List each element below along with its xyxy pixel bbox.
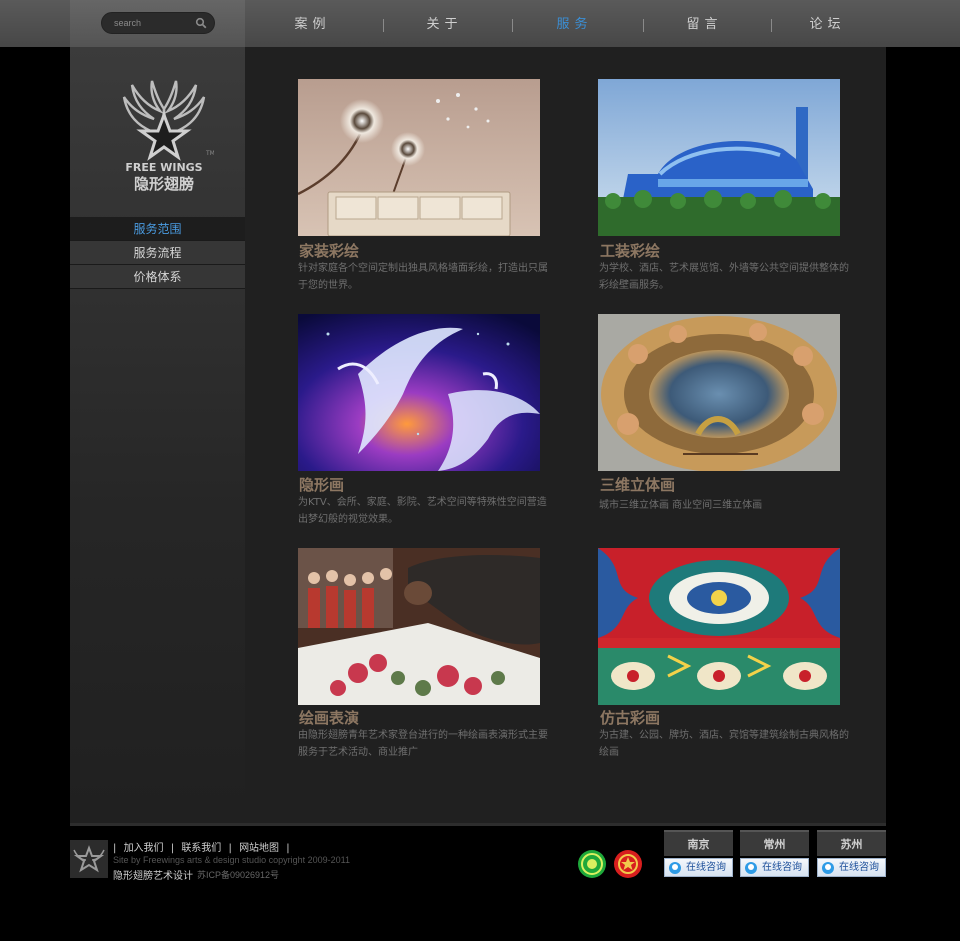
city-tab-nanjing[interactable]: 南京 [664, 830, 733, 856]
card-description: 城市三维立体画 商业空间三维立体画 [599, 500, 763, 511]
card-image-painting-performance[interactable] [298, 548, 540, 705]
card-title[interactable]: 隐形画 [299, 474, 344, 495]
search-icon[interactable] [195, 17, 207, 29]
sidebar: FREE WINGS 隐形翅膀 TM 服务范围 服务流程 价格体系 [70, 47, 245, 823]
sidebar-item-service-process[interactable]: 服务流程 [70, 241, 245, 265]
card-title[interactable]: 三维立体画 [600, 474, 675, 495]
qq-chat-icon [822, 862, 834, 874]
company-name: 隐形翅膀艺术设计 [113, 871, 193, 882]
card-title[interactable]: 家装彩绘 [299, 240, 359, 261]
nav-divider [771, 19, 772, 32]
card-description: 为古建、公园、牌坊、酒店、宾馆等建筑绘制古典风格的绘画 [599, 730, 849, 758]
join-us-link[interactable]: 加入我们 [124, 843, 164, 854]
search-area [70, 0, 245, 47]
card-image-home-painting[interactable] [298, 79, 540, 236]
card-image-commercial-painting[interactable] [598, 79, 840, 236]
card-title[interactable]: 工装彩绘 [600, 240, 660, 261]
city-tab-suzhou[interactable]: 苏州 [817, 830, 886, 856]
consult-label: 在线咨询 [839, 862, 879, 873]
nav-divider [512, 19, 513, 32]
logo-cn-text: 隐形翅膀 [134, 175, 194, 193]
nav-services[interactable]: 服务 [537, 0, 612, 47]
nav-divider [643, 19, 644, 32]
card-description: 由隐形翅膀青年艺术家登台进行的一种绘画表演形式主要服务于艺术活动、商业推广 [298, 730, 548, 758]
link-separator: | [228, 843, 232, 854]
consult-label: 在线咨询 [686, 862, 726, 873]
search-pill [101, 12, 215, 34]
search-input[interactable] [114, 16, 194, 30]
top-nav-bar: 案例 关于 服务 留言 论坛 [0, 0, 960, 47]
card-description: 针对家庭各个空间定制出独具风格墙面彩绘，打造出只属于您的世界。 [298, 263, 548, 291]
main-panel: FREE WINGS 隐形翅膀 TM 服务范围 服务流程 价格体系 家装彩绘 针… [70, 47, 886, 823]
nav-divider [383, 19, 384, 32]
city-tab-changzhou[interactable]: 常州 [740, 830, 809, 856]
trademark-mark: TM [205, 150, 214, 157]
card-title[interactable]: 绘画表演 [299, 707, 359, 728]
link-separator: | [113, 843, 117, 854]
green-certification-badge-icon[interactable] [577, 849, 607, 879]
online-consult-button-changzhou[interactable]: 在线咨询 [740, 858, 809, 877]
footer-links: | 加入我们 | 联系我们 | 网站地图 | [113, 839, 294, 854]
free-wings-logo[interactable]: FREE WINGS 隐形翅膀 TM [114, 75, 214, 193]
online-consult-button-nanjing[interactable]: 在线咨询 [664, 858, 733, 877]
link-separator: | [286, 843, 290, 854]
card-image-invisible-painting[interactable] [298, 314, 540, 471]
icp-license[interactable]: 苏ICP备09026912号 [197, 868, 279, 881]
qq-chat-icon [745, 862, 757, 874]
consult-label: 在线咨询 [762, 862, 802, 873]
nav-messages[interactable]: 留言 [667, 0, 742, 47]
qq-chat-icon [669, 862, 681, 874]
card-image-antique-painting[interactable] [598, 548, 840, 705]
nav-forum[interactable]: 论坛 [790, 0, 865, 47]
nav-cases[interactable]: 案例 [275, 0, 350, 47]
sidebar-item-price-system[interactable]: 价格体系 [70, 265, 245, 289]
card-description: 为学校、酒店、艺术展览馆、外墙等公共空间提供整体的彩绘壁画服务。 [599, 263, 849, 291]
sitemap-link[interactable]: 网站地图 [239, 843, 279, 854]
sidebar-item-service-scope[interactable]: 服务范围 [70, 217, 245, 241]
copyright-text: Site by Freewings arts & design studio c… [113, 855, 350, 865]
card-image-3d-painting[interactable] [598, 314, 840, 471]
online-consult-button-suzhou[interactable]: 在线咨询 [817, 858, 886, 877]
card-title[interactable]: 仿古彩画 [600, 707, 660, 728]
contact-us-link[interactable]: 联系我们 [181, 843, 221, 854]
footer-logo-icon[interactable] [70, 840, 108, 878]
card-description: 为KTV、会所、家庭、影院、艺术空间等特殊性空间营造出梦幻般的视觉效果。 [298, 497, 547, 525]
nav-about[interactable]: 关于 [407, 0, 482, 47]
link-separator: | [170, 843, 175, 854]
logo-text: FREE WINGS [125, 161, 202, 174]
police-emblem-badge-icon[interactable] [613, 849, 643, 879]
footer-divider [70, 823, 886, 826]
